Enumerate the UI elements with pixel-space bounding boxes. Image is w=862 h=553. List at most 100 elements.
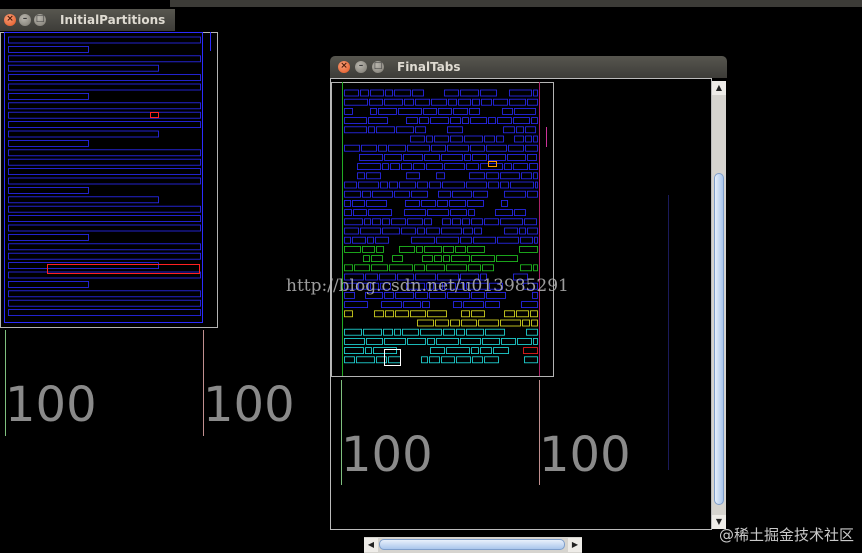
final-tab-rect <box>344 328 362 336</box>
final-tab-rect <box>504 227 518 235</box>
final-tab-rect <box>443 328 455 336</box>
final-tab-rect <box>412 89 424 97</box>
final-tab-rect <box>513 117 530 124</box>
final-tab-rect <box>530 310 538 318</box>
final-tab-rect <box>380 181 388 189</box>
initial-close-button[interactable]: × <box>4 14 16 26</box>
final-tab-rect <box>356 356 375 364</box>
initial-partition-row <box>8 243 201 251</box>
final-tab-rect <box>500 319 521 327</box>
final-maximize-button[interactable]: □ <box>372 61 384 73</box>
final-tab-rect <box>390 163 400 170</box>
final-tab-rect <box>344 190 361 198</box>
scroll-right-arrow-icon[interactable]: ▶ <box>568 538 582 552</box>
final-tab-rect <box>524 218 537 226</box>
final-tab-rect <box>453 301 462 309</box>
vertical-scroll-thumb[interactable] <box>714 173 724 505</box>
final-tab-rect <box>363 255 370 263</box>
final-tab-rect <box>385 89 393 97</box>
final-tab-rect <box>531 319 538 327</box>
final-tab-rect <box>394 89 411 97</box>
final-tab-rect <box>463 301 484 309</box>
final-tab-rect <box>352 236 366 244</box>
final-tab-rect <box>446 264 467 272</box>
scroll-up-arrow-icon[interactable]: ▲ <box>712 81 726 95</box>
initial-minimize-button[interactable]: – <box>19 14 31 26</box>
final-tab-rect <box>353 209 367 217</box>
final-tab-rects <box>344 89 538 366</box>
url-watermark: http://blog.csdn.net/u013985291 <box>286 276 569 296</box>
final-tab-rect <box>434 135 449 143</box>
initial-partition-row <box>8 186 89 194</box>
final-tab-rect <box>434 255 442 263</box>
final-tab-rect <box>404 209 426 217</box>
final-tab-rect <box>522 319 530 327</box>
final-tab-rect <box>410 135 425 143</box>
final-tab-rect <box>524 356 538 364</box>
final-tab-rect <box>438 107 452 115</box>
final-tab-rect <box>453 107 468 115</box>
final-tab-rect <box>431 98 447 106</box>
final-tab-rect <box>423 107 437 115</box>
final-tab-rect <box>480 89 497 97</box>
final-tab-rect <box>371 255 383 263</box>
initial-partition-row <box>8 158 201 166</box>
final-tab-rect <box>534 236 538 244</box>
final-tab-rect <box>533 135 538 143</box>
final-tab-rect <box>441 227 462 235</box>
final-tab-rect <box>488 117 496 124</box>
scroll-left-arrow-icon[interactable]: ◀ <box>364 538 378 552</box>
final-tab-rect <box>447 144 469 152</box>
initial-partition-row <box>8 83 201 91</box>
final-tab-rect <box>344 356 355 364</box>
initial-window-titlebar[interactable]: × – □ InitialPartitions <box>0 9 175 31</box>
initial-outer-rect <box>4 32 203 323</box>
final-close-button[interactable]: × <box>338 61 350 73</box>
final-tab-rect <box>442 218 451 226</box>
final-window-titlebar[interactable]: × – □ FinalTabs <box>330 56 727 78</box>
final-tab-rect <box>516 310 529 318</box>
initial-partition-row <box>8 64 159 72</box>
final-tab-rect <box>441 154 463 161</box>
final-tab-rect <box>344 107 353 115</box>
final-tab-rect <box>501 337 516 345</box>
final-tab-rect <box>344 236 351 244</box>
final-tab-rect <box>533 264 538 272</box>
final-tab-rect <box>481 98 492 106</box>
final-minimize-button[interactable]: – <box>355 61 367 73</box>
final-tab-rect <box>381 301 402 309</box>
final-tab-rect <box>520 236 533 244</box>
final-tab-rect <box>464 154 471 161</box>
final-tab-rect <box>419 117 429 124</box>
final-tab-rect <box>389 181 398 189</box>
vertical-scrollbar[interactable]: ▲ ▼ <box>712 81 726 529</box>
horizontal-scrollbar[interactable]: ◀ ▶ <box>364 537 582 553</box>
final-tab-rect <box>436 172 445 180</box>
horizontal-scroll-thumb[interactable] <box>379 539 565 550</box>
final-tab-rect <box>527 154 537 161</box>
final-tab-rect <box>460 337 481 345</box>
initial-partition-row <box>8 271 201 279</box>
final-tab-rect <box>496 255 518 263</box>
final-tab-rect <box>497 117 512 124</box>
final-tab-rect <box>382 163 389 170</box>
initial-partition-row <box>8 36 201 44</box>
final-tab-rect <box>484 218 499 226</box>
final-tab-rect <box>446 347 470 355</box>
final-left-label: 100 <box>341 427 433 483</box>
final-tab-rect <box>382 227 400 235</box>
final-tab-rect <box>344 126 367 134</box>
final-tab-rect <box>461 310 470 318</box>
final-tab-rect <box>527 98 538 106</box>
final-tab-rect <box>466 328 484 336</box>
final-tab-rect <box>495 209 513 217</box>
final-tab-rect <box>376 126 395 134</box>
initial-maximize-button[interactable]: □ <box>34 14 46 26</box>
final-tab-rect <box>398 107 422 115</box>
final-tab-rect <box>444 89 459 97</box>
final-tab-rect <box>460 236 472 244</box>
initial-partition-row <box>8 111 201 119</box>
final-tab-rect <box>503 126 515 134</box>
final-tab-rect <box>520 264 532 272</box>
final-tab-rect <box>394 328 401 336</box>
